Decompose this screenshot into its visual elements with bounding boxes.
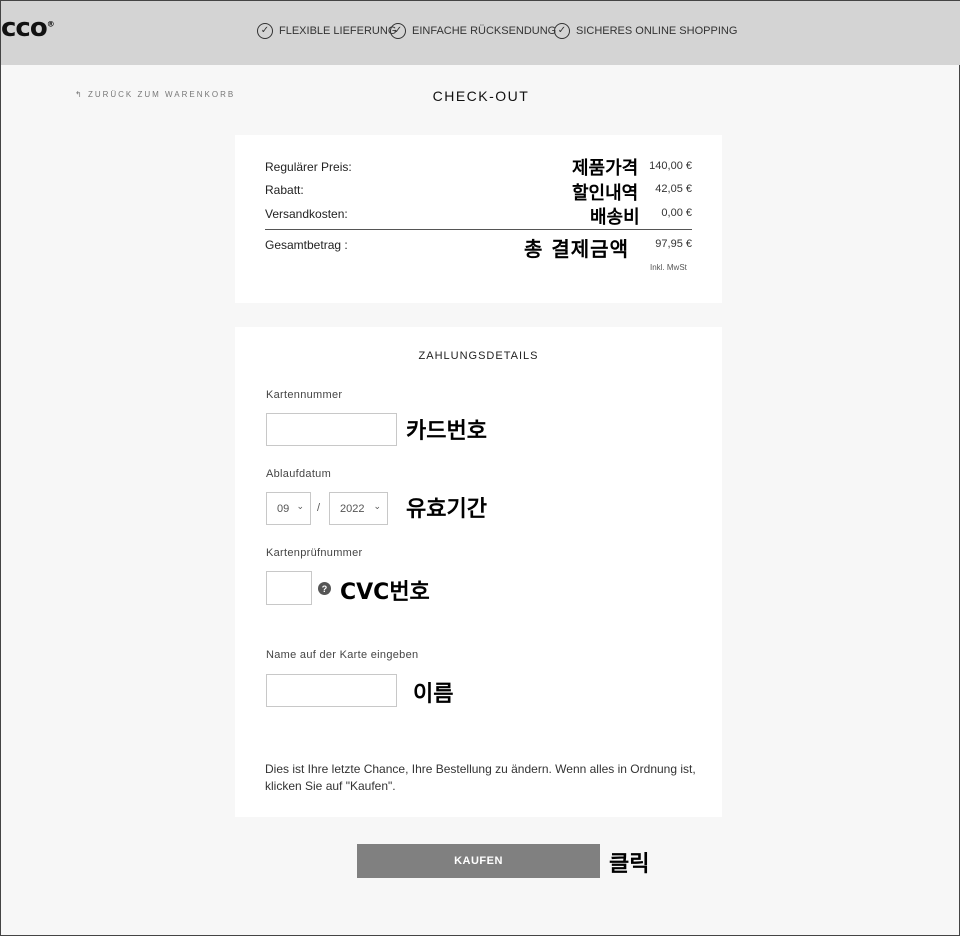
cardholder-name-input[interactable]	[266, 674, 397, 707]
payment-heading: ZAHLUNGSDETAILS	[418, 350, 539, 362]
card-number-label: Kartennummer	[266, 389, 343, 401]
check-circle-icon: ✓	[390, 23, 406, 39]
usp-secure-shopping: ✓ SICHERES ONLINE SHOPPING	[554, 23, 737, 39]
summary-value: 0,00 €	[661, 207, 692, 219]
annotation-shipping: 배송비	[590, 207, 640, 228]
expiry-month-select[interactable]: 09 ⌄	[266, 492, 311, 525]
top-bar: cco® ✓ FLEXIBLE LIEFERUNG ✓ EINFACHE RÜC…	[1, 1, 960, 65]
annotation-total: 총 결제금액	[524, 237, 629, 261]
summary-label: Gesamtbetrag :	[265, 238, 348, 252]
check-circle-icon: ✓	[257, 23, 273, 39]
summary-divider	[265, 229, 692, 230]
brand-logo[interactable]: cco®	[1, 13, 55, 43]
summary-value: 97,95 €	[655, 238, 692, 250]
help-icon[interactable]: ?	[318, 582, 331, 595]
cvc-input[interactable]	[266, 571, 312, 605]
page-title: CHECK-OUT	[432, 88, 530, 104]
expiry-separator: /	[317, 502, 321, 514]
tax-note: Inkl. MwSt	[650, 263, 687, 272]
usp-flexible-delivery: ✓ FLEXIBLE LIEFERUNG	[257, 23, 396, 39]
expiry-label: Ablaufdatum	[266, 468, 332, 480]
usp-label: EINFACHE RÜCKSENDUNG	[412, 25, 557, 37]
annotation-product-price: 제품가격	[572, 158, 639, 179]
usp-label: SICHERES ONLINE SHOPPING	[576, 25, 738, 37]
expiry-year-select[interactable]: 2022 ⌄	[329, 492, 388, 525]
registered-mark-icon: ®	[46, 19, 55, 29]
chevron-down-icon: ⌄	[373, 501, 381, 511]
expiry-month-value: 09	[277, 502, 290, 515]
annotation-discount: 할인내역	[572, 183, 639, 204]
expiry-year-value: 2022	[340, 502, 365, 515]
logo-text: cco	[1, 13, 48, 43]
final-chance-hint: Dies ist Ihre letzte Chance, Ihre Bestel…	[265, 762, 696, 793]
summary-value: 42,05 €	[655, 183, 692, 195]
summary-label: Regulärer Preis:	[265, 160, 352, 174]
summary-value: 140,00 €	[649, 160, 692, 172]
usp-label: FLEXIBLE LIEFERUNG	[279, 25, 397, 37]
buy-button[interactable]: KAUFEN	[357, 844, 600, 878]
check-circle-icon: ✓	[554, 23, 570, 39]
annotation-name: 이름	[413, 682, 454, 707]
usp-easy-returns: ✓ EINFACHE RÜCKSENDUNG	[390, 23, 556, 39]
summary-label: Rabatt:	[265, 183, 304, 197]
annotation-click: 클릭	[609, 852, 650, 877]
summary-label: Versandkosten:	[265, 207, 348, 221]
annotation-expiry: 유효기간	[406, 497, 487, 522]
annotation-cvc: CVC번호	[340, 580, 430, 605]
card-number-input[interactable]	[266, 413, 397, 446]
chevron-down-icon: ⌄	[296, 501, 304, 511]
annotation-card-number: 카드번호	[406, 419, 487, 444]
cardholder-name-label: Name auf der Karte eingeben	[266, 649, 419, 661]
cvc-label: Kartenprüfnummer	[266, 547, 363, 559]
